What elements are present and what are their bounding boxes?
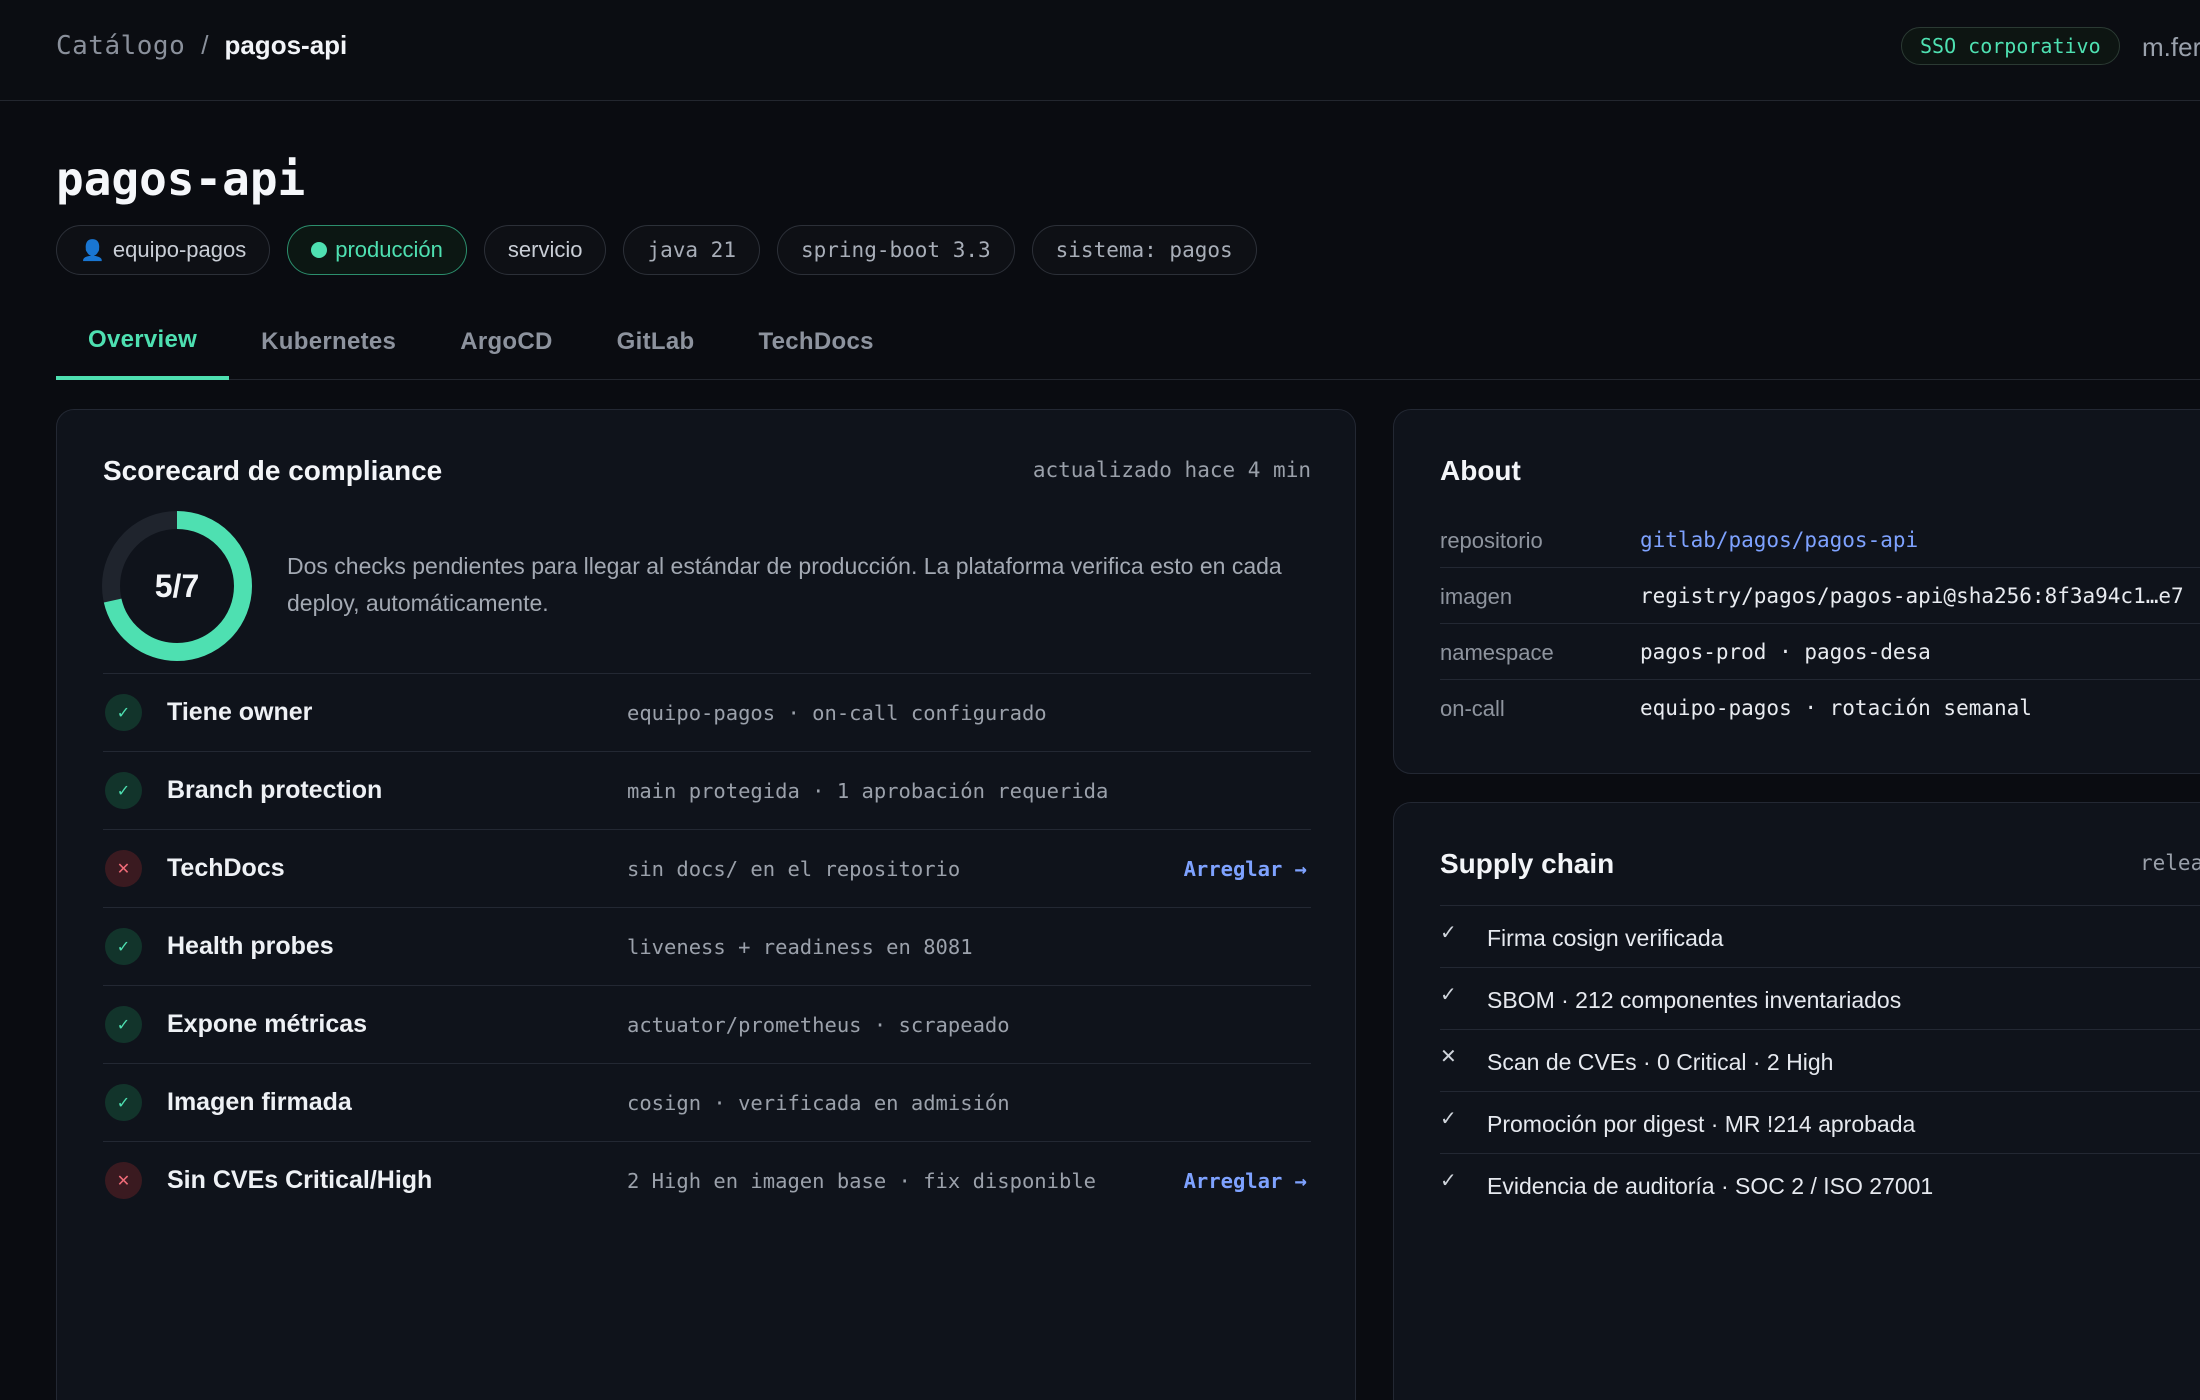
check-row-cves: ✕ Sin CVEs Critical/High 2 High en image…: [103, 1141, 1311, 1219]
score-gauge: 5/7: [101, 510, 253, 662]
owner-label: equipo-pagos: [112, 237, 247, 262]
cross-icon: ✕: [1440, 1046, 1457, 1068]
status-dot-icon: [311, 242, 328, 258]
runtime-chip[interactable]: java 21: [623, 225, 760, 275]
check-fail-icon: ✕: [105, 850, 142, 887]
fix-techdocs-link[interactable]: Arreglar →: [1184, 857, 1307, 881]
scorecard-card: Scorecard de compliance actualizado hace…: [56, 409, 1356, 1400]
repository-link[interactable]: gitlab/pagos/pagos-api: [1640, 528, 1918, 552]
service-chips: 👤 equipo-pagos producción servicio java …: [56, 225, 1257, 275]
check-detail: liveness + readiness en 8081: [627, 935, 973, 959]
user-menu[interactable]: m.fer: [2142, 32, 2200, 63]
check-name: Sin CVEs Critical/High: [167, 1166, 433, 1194]
check-name: Branch protection: [167, 776, 383, 804]
about-key: on-call: [1440, 696, 1505, 721]
check-detail: cosign · verificada en admisión: [627, 1091, 1010, 1115]
check-icon: ✓: [1440, 1170, 1457, 1192]
check-row-metrics: ✓ Expone métricas actuator/prometheus · …: [103, 985, 1311, 1063]
page-title: pagos-api: [56, 152, 306, 206]
environment-chip[interactable]: producción: [287, 225, 467, 275]
check-name: TechDocs: [167, 854, 285, 882]
check-ok-icon: ✓: [105, 772, 142, 809]
about-row-repository: repositorio gitlab/pagos/pagos-api: [1440, 512, 2200, 568]
check-row-techdocs: ✕ TechDocs sin docs/ en el repositorio A…: [103, 829, 1311, 907]
about-row-oncall: on-call equipo-pagos · rotación semanal: [1440, 680, 2200, 736]
about-card: About repositorio gitlab/pagos/pagos-api…: [1393, 409, 2200, 774]
supply-item: ✓ Evidencia de auditoría · SOC 2 / ISO 2…: [1440, 1154, 2200, 1216]
check-ok-icon: ✓: [105, 694, 142, 731]
system-chip[interactable]: sistema: pagos: [1031, 225, 1257, 275]
supply-item: ✓ SBOM · 212 componentes inventariados: [1440, 968, 2200, 1030]
framework-chip[interactable]: spring-boot 3.3: [776, 225, 1015, 275]
supply-item-label: SBOM · 212 componentes inventariados: [1487, 987, 1902, 1013]
fix-cves-link[interactable]: Arreglar →: [1184, 1169, 1307, 1193]
tab-techdocs[interactable]: TechDocs: [726, 304, 905, 380]
check-fail-icon: ✕: [105, 1162, 142, 1199]
check-ok-icon: ✓: [105, 1084, 142, 1121]
check-detail: actuator/prometheus · scrapeado: [627, 1013, 1010, 1037]
kind-chip[interactable]: servicio: [483, 225, 607, 275]
release-label: relea: [2140, 851, 2200, 875]
supply-chain-title: Supply chain: [1440, 848, 1615, 879]
about-key: repositorio: [1440, 528, 1543, 553]
check-row-health-probes: ✓ Health probes liveness + readiness en …: [103, 907, 1311, 985]
check-list: ✓ Tiene owner equipo-pagos · on-call con…: [103, 673, 1311, 1219]
breadcrumb-separator: /: [201, 30, 209, 60]
about-value: registry/pagos/pagos-api@sha256:8f3a94c1…: [1640, 584, 2184, 608]
check-icon: ✓: [1440, 922, 1457, 944]
breadcrumb: Catálogo / pagos-api: [56, 30, 347, 61]
check-ok-icon: ✓: [105, 1006, 142, 1043]
check-name: Expone métricas: [167, 1010, 368, 1038]
supply-item-label: Promoción por digest · MR !214 aprobada: [1487, 1111, 1916, 1137]
score-label: 5/7: [154, 567, 200, 604]
supply-item: ✓ Firma cosign verificada: [1440, 906, 2200, 968]
tab-overview[interactable]: Overview: [56, 304, 230, 380]
check-ok-icon: ✓: [105, 928, 142, 965]
check-icon: ✓: [1440, 984, 1457, 1006]
supply-item-label: Evidencia de auditoría · SOC 2 / ISO 270…: [1487, 1173, 1934, 1199]
check-name: Health probes: [167, 932, 334, 960]
check-row-signed-image: ✓ Imagen firmada cosign · verificada en …: [103, 1063, 1311, 1141]
top-bar: Catálogo / pagos-api SSO corporativo m.f…: [0, 0, 2200, 101]
check-detail: equipo-pagos · on-call configurado: [627, 701, 1047, 725]
about-key: imagen: [1440, 584, 1513, 609]
breadcrumb-current: pagos-api: [224, 30, 348, 60]
check-name: Tiene owner: [167, 698, 313, 726]
check-row-owner: ✓ Tiene owner equipo-pagos · on-call con…: [103, 673, 1311, 751]
environment-label: producción: [335, 237, 443, 262]
person-icon: 👤: [80, 239, 105, 262]
scorecard-summary: Dos checks pendientes para llegar al est…: [287, 553, 1282, 616]
owner-chip[interactable]: 👤 equipo-pagos: [56, 225, 271, 275]
supply-item: ✕ Scan de CVEs · 0 Critical · 2 High: [1440, 1030, 2200, 1092]
supply-item-label: Scan de CVEs · 0 Critical · 2 High: [1487, 1049, 1834, 1075]
tab-bar: Overview Kubernetes ArgoCD GitLab TechDo…: [56, 304, 2200, 380]
scorecard-title: Scorecard de compliance: [103, 455, 443, 486]
about-row-namespace: namespace pagos-prod · pagos-desa: [1440, 624, 2200, 680]
tab-argocd[interactable]: ArgoCD: [428, 304, 584, 380]
about-row-image: imagen registry/pagos/pagos-api@sha256:8…: [1440, 568, 2200, 624]
supply-item: ✓ Promoción por digest · MR !214 aprobad…: [1440, 1092, 2200, 1154]
supply-chain-list: ✓ Firma cosign verificada ✓ SBOM · 212 c…: [1440, 905, 2200, 1216]
about-key: namespace: [1440, 640, 1554, 665]
check-row-branch-protection: ✓ Branch protection main protegida · 1 a…: [103, 751, 1311, 829]
scorecard-updated: actualizado hace 4 min: [1032, 458, 1311, 482]
about-title: About: [1440, 455, 1521, 486]
check-detail: main protegida · 1 aprobación requerida: [627, 779, 1109, 803]
supply-item-label: Firma cosign verificada: [1487, 925, 1724, 951]
check-name: Imagen firmada: [167, 1088, 352, 1116]
check-detail: sin docs/ en el repositorio: [627, 857, 961, 881]
tab-gitlab[interactable]: GitLab: [585, 304, 727, 380]
about-list: repositorio gitlab/pagos/pagos-api image…: [1440, 512, 2200, 736]
check-detail: 2 High en imagen base · fix disponible: [627, 1169, 1096, 1193]
sso-badge: SSO corporativo: [1901, 27, 2120, 65]
about-value: equipo-pagos · rotación semanal: [1640, 696, 2032, 720]
check-icon: ✓: [1440, 1108, 1457, 1130]
breadcrumb-catalog-link[interactable]: Catálogo: [56, 31, 185, 61]
about-value: pagos-prod · pagos-desa: [1640, 640, 1931, 664]
tab-kubernetes[interactable]: Kubernetes: [229, 304, 428, 380]
supply-chain-card: Supply chain relea ✓ Firma cosign verifi…: [1393, 802, 2200, 1400]
